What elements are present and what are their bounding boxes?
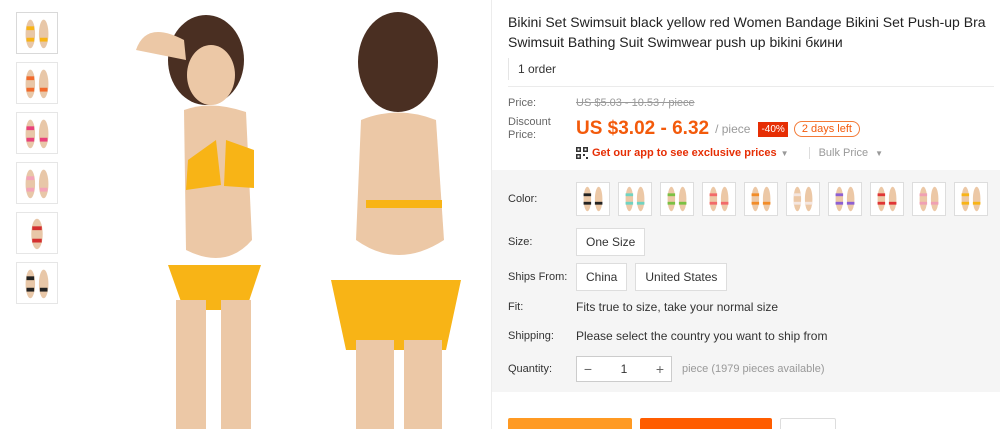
buy-now-button[interactable] [508, 418, 632, 429]
quantity-input[interactable]: 1 [599, 362, 649, 376]
app-promo-link[interactable]: Get our app to see exclusive prices [592, 147, 777, 159]
fit-label: Fit: [508, 301, 524, 313]
thumbnail-6[interactable] [16, 262, 58, 304]
sku-options-panel: Color: Size: One Size Ships From: China … [492, 170, 1000, 392]
discount-badge: -40% [758, 121, 788, 137]
shipping-value: Please select the country you want to sh… [576, 329, 828, 343]
product-photo [136, 12, 461, 429]
add-to-cart-button[interactable] [640, 418, 772, 429]
wishlist-button[interactable] [780, 418, 836, 429]
quantity-available: piece (1979 pieces available) [682, 363, 825, 375]
size-label: Size: [508, 236, 533, 248]
main-product-image [76, 0, 486, 429]
chevron-down-icon: ▼ [875, 149, 884, 158]
order-count[interactable]: 1 order [508, 58, 565, 80]
product-info: Bikini Set Swimsuit black yellow red Wom… [508, 12, 994, 159]
discount-price: US $3.02 - 6.32 [576, 118, 710, 139]
color-label: Color: [508, 193, 538, 205]
chevron-down-icon: ▼ [780, 148, 789, 158]
product-title: Bikini Set Swimsuit black yellow red Wom… [508, 14, 986, 50]
color-swatch-red[interactable] [870, 182, 904, 216]
quantity-stepper: − 1 + [576, 356, 672, 382]
color-swatch-black[interactable] [576, 182, 610, 216]
size-option[interactable]: One Size [576, 228, 646, 256]
color-swatch-mint[interactable] [618, 182, 652, 216]
bulk-price-label: Bulk Price [818, 147, 869, 159]
price-label: Price: [508, 97, 537, 109]
fit-value: Fits true to size, take your normal size [576, 300, 779, 314]
thumbnail-1[interactable] [16, 12, 58, 54]
thumbnail-5[interactable] [16, 212, 58, 254]
ships-from-label: Ships From: [508, 271, 568, 283]
color-swatch-purple[interactable] [828, 182, 862, 216]
price-unit: / piece [715, 122, 751, 136]
color-swatch-yellow[interactable] [954, 182, 988, 216]
thumbnail-3[interactable] [16, 112, 58, 154]
bulk-price-link[interactable]: Bulk Price ▼ [808, 147, 884, 159]
color-swatches [576, 182, 996, 216]
minus-icon[interactable]: − [577, 361, 599, 377]
thumbnail-gallery [16, 12, 60, 312]
divider [508, 86, 994, 87]
plus-icon[interactable]: + [649, 361, 671, 377]
time-left-badge: 2 days left [793, 121, 860, 137]
thumbnail-2[interactable] [16, 62, 58, 104]
ships-from-china[interactable]: China [576, 263, 628, 291]
discount-price-label: Discount Price: [508, 116, 551, 141]
shipping-label: Shipping: [508, 330, 554, 342]
color-swatch-white[interactable] [786, 182, 820, 216]
color-swatch-pink[interactable] [912, 182, 946, 216]
quantity-label: Quantity: [508, 363, 553, 375]
ships-from-united-states[interactable]: United States [635, 263, 728, 291]
color-swatch-coral[interactable] [702, 182, 736, 216]
qr-code-icon [576, 147, 588, 159]
original-price: US $5.03 - 10.53 / piece [576, 97, 695, 109]
color-swatch-green[interactable] [660, 182, 694, 216]
color-swatch-orange[interactable] [744, 182, 778, 216]
thumbnail-4[interactable] [16, 162, 58, 204]
